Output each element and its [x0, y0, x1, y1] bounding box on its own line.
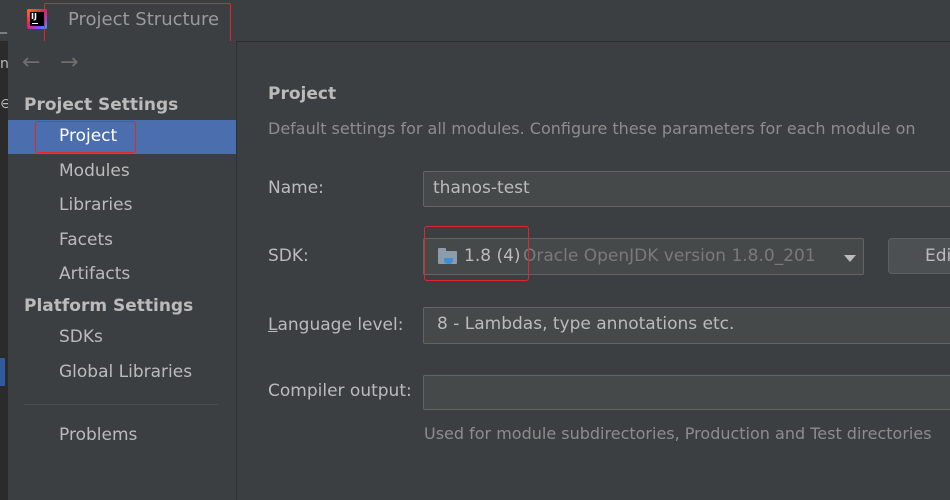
sidebar-item-artifacts[interactable]: Artifacts	[8, 258, 236, 292]
edit-button-label: Edit	[925, 246, 950, 266]
edit-sdk-button[interactable]: Edit	[888, 238, 950, 274]
language-level-dropdown[interactable]: 8 - Lambdas, type annotations etc.	[423, 307, 950, 344]
sidebar-item-label: Modules	[59, 161, 130, 181]
sidebar-item-label: SDKs	[59, 327, 103, 347]
sidebar-item-facets[interactable]: Facets	[8, 224, 236, 258]
sdk-description: Oracle OpenJDK version 1.8.0_201	[523, 246, 816, 266]
sidebar-item-sdks[interactable]: SDKs	[8, 321, 236, 355]
sidebar-item-label: Facets	[59, 230, 113, 250]
background-window-glyph: _	[0, 18, 7, 34]
title-highlight-box	[44, 3, 231, 45]
language-level-value: 8 - Lambdas, type annotations etc.	[437, 314, 735, 334]
sidebar-item-label: Libraries	[59, 195, 133, 215]
sdk-label: SDK:	[268, 246, 309, 266]
chevron-down-icon	[844, 255, 856, 262]
sidebar-item-problems[interactable]: Problems	[8, 419, 236, 453]
compiler-output-label: Compiler output:	[268, 381, 412, 401]
back-arrow-icon[interactable]: ←	[22, 50, 40, 75]
sidebar-item-label: Problems	[59, 425, 138, 445]
compiler-output-hint: Used for module subdirectories, Producti…	[424, 424, 932, 443]
sidebar-divider	[24, 404, 218, 405]
sidebar-item-label: Artifacts	[59, 264, 131, 284]
section-header-platform-settings: Platform Settings	[24, 296, 194, 316]
name-field-value: thanos-test	[433, 178, 530, 198]
forward-arrow-icon[interactable]: →	[60, 50, 78, 75]
sidebar-item-global-libraries[interactable]: Global Libraries	[8, 356, 236, 390]
sidebar-item-modules[interactable]: Modules	[8, 155, 236, 189]
sidebar-item-label: Global Libraries	[59, 362, 193, 382]
sidebar-item-libraries[interactable]: Libraries	[8, 189, 236, 223]
name-label: Name:	[268, 178, 324, 198]
page-description: Default settings for all modules. Config…	[268, 119, 916, 138]
page-title: Project	[268, 84, 337, 104]
name-field[interactable]: thanos-test	[423, 171, 950, 207]
language-level-label: Language level:	[268, 315, 404, 335]
background-window-selection	[0, 358, 5, 386]
sdk-highlight-box	[424, 226, 529, 281]
project-highlight-box	[35, 121, 136, 153]
section-header-project-settings: Project Settings	[24, 95, 179, 115]
compiler-output-field[interactable]	[423, 375, 950, 410]
